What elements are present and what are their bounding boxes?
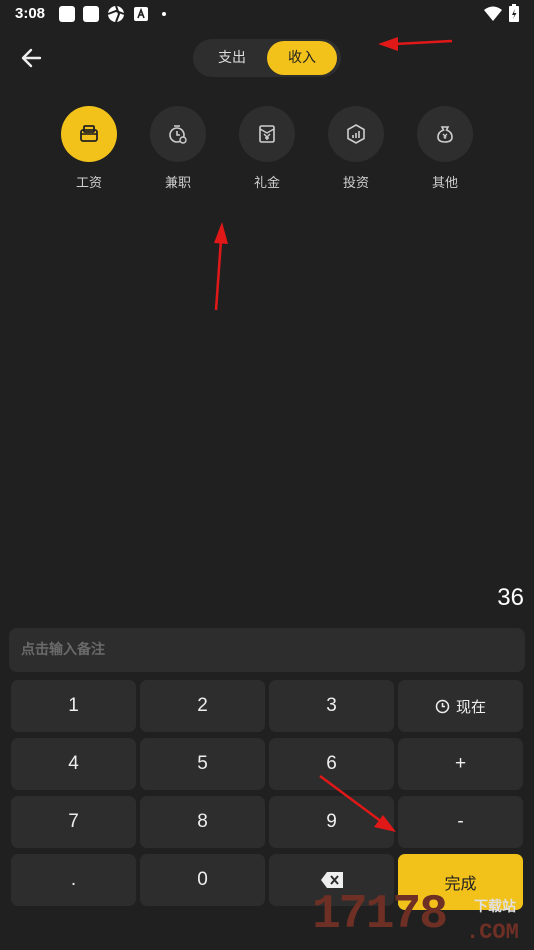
annotation-arrows [214,37,453,832]
